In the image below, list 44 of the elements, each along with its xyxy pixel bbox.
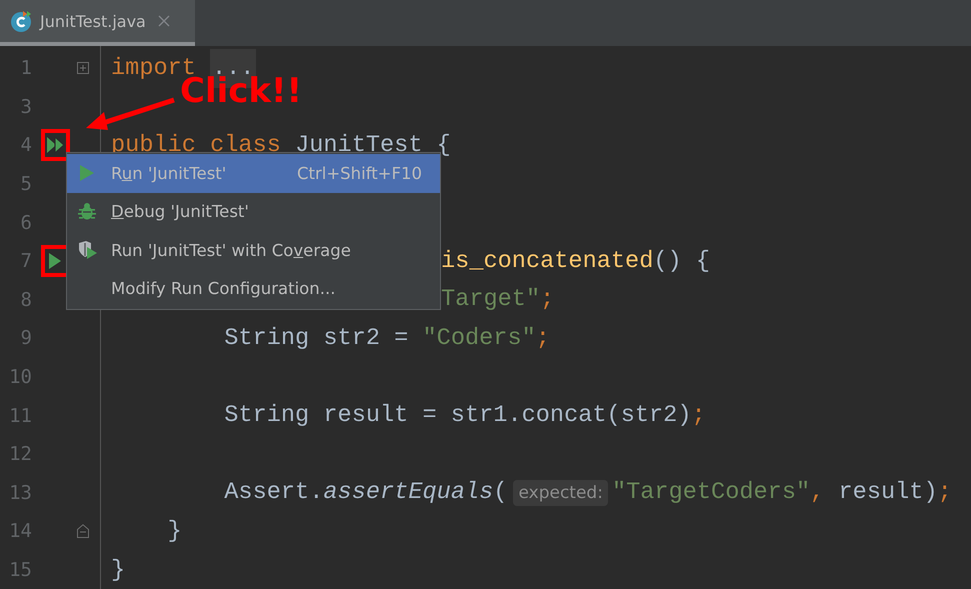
menu-item[interactable]: Run 'JunitTest' with Coverage: [67, 231, 440, 270]
line-number: 10: [8, 366, 32, 388]
line-number: 15: [8, 559, 32, 582]
double-play-icon[interactable]: [46, 135, 66, 156]
file-tab[interactable]: JunitTest.java: [0, 0, 195, 46]
line-number: 1: [20, 57, 32, 80]
parameter-hint: expected:: [513, 480, 608, 506]
menu-label: Run 'JunitTest': [111, 164, 228, 183]
line-number: 14: [8, 520, 32, 542]
shield-play-icon: [77, 240, 97, 260]
line-number: 9: [20, 327, 32, 350]
menu-label: Run 'JunitTest' with Coverage: [111, 240, 352, 260]
line-number: 5: [20, 173, 32, 196]
code-line: is_concatenated() {: [441, 248, 710, 275]
menu-item[interactable]: Modify Run Configuration...: [67, 270, 440, 308]
line-number: 12: [8, 443, 32, 466]
menu-label: Debug 'JunitTest': [111, 202, 250, 222]
line-number: 8: [20, 288, 32, 311]
line-number: 11: [8, 404, 32, 427]
menu-label: Modify Run Configuration...: [111, 279, 336, 298]
fold-icon[interactable]: [77, 524, 89, 538]
line-number: 13: [8, 482, 32, 504]
code-text: "TargetCoders": [612, 479, 810, 506]
code-text: (: [493, 479, 508, 506]
menu-item[interactable]: Debug 'JunitTest': [67, 192, 440, 231]
line-number: 3: [20, 96, 32, 118]
close-icon[interactable]: [158, 15, 170, 27]
shortcut-text: Ctrl+Shift+F10: [297, 164, 422, 183]
code-line: }: [111, 556, 126, 584]
code-line: Target";: [441, 286, 554, 314]
line-number: 6: [20, 212, 32, 234]
line-number: 7: [20, 250, 32, 272]
code-text: ;: [938, 479, 952, 506]
code-text: result): [838, 479, 938, 506]
code-text: Assert.: [223, 479, 324, 506]
line-number: 4: [20, 134, 32, 156]
code-text: ,: [810, 479, 826, 506]
code-line: }: [166, 518, 182, 545]
code-text: assertEquals: [323, 479, 494, 506]
code-line: String result = str1.concat(str2);: [223, 402, 706, 430]
code-line: String str2 = "Coders";: [223, 324, 550, 352]
java-class-icon: [10, 10, 32, 32]
fold-icon[interactable]: [77, 62, 89, 74]
bug-icon: [77, 202, 97, 222]
